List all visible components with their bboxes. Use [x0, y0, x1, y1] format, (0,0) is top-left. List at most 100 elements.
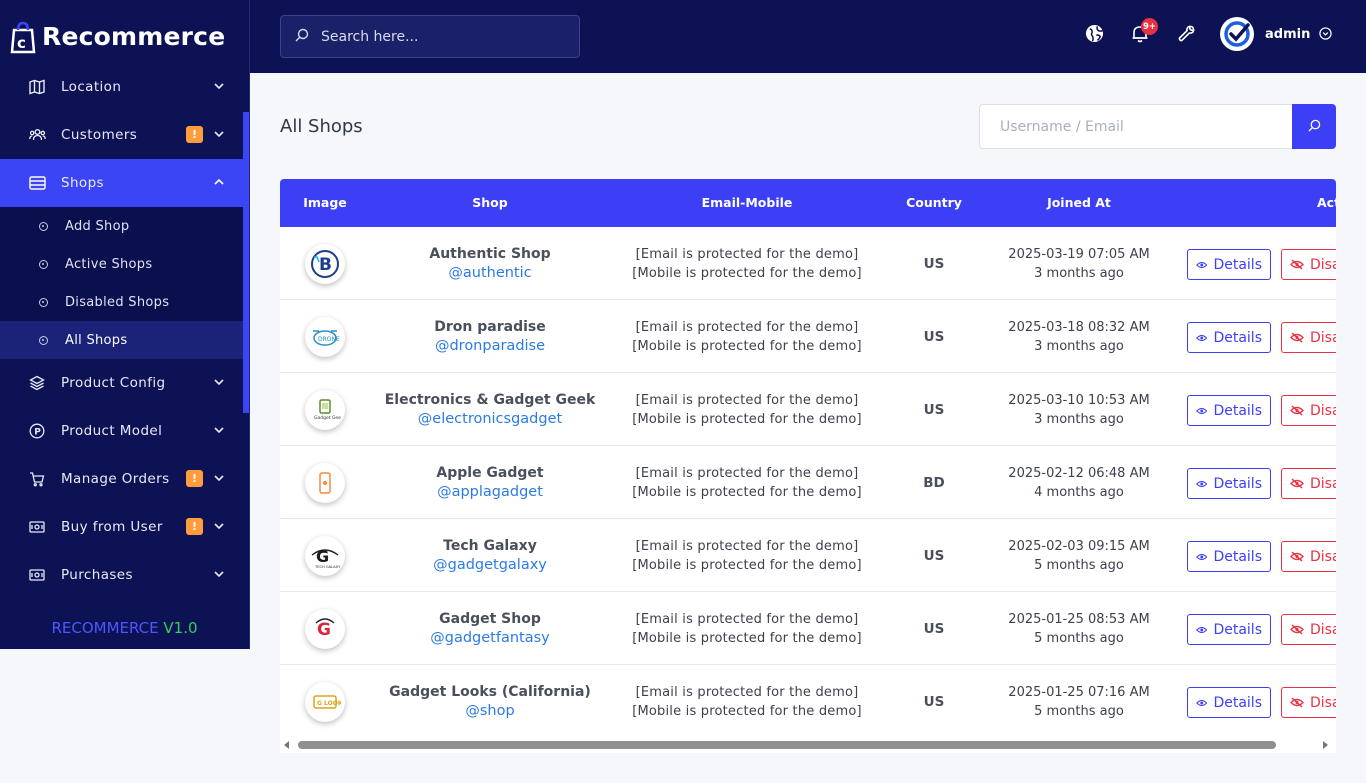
shop-country: BD: [923, 474, 945, 491]
joined-date: 2025-03-10 10:53 AM: [1008, 392, 1150, 408]
disable-button[interactable]: Disable: [1281, 395, 1336, 426]
shop-handle-link[interactable]: @applagadget: [437, 484, 543, 500]
shop-name: Authentic Shop: [429, 246, 551, 262]
joined-relative: 5 months ago: [1034, 557, 1124, 573]
cash-icon: [28, 518, 46, 536]
disable-button[interactable]: Disable: [1281, 468, 1336, 499]
disable-label: Disable: [1310, 256, 1336, 273]
table-row: Apple Gadget @applagadget [Email is prot…: [280, 446, 1336, 519]
filter-search-button[interactable]: [1292, 104, 1336, 149]
disable-label: Disable: [1310, 329, 1336, 346]
shop-country: US: [923, 693, 945, 710]
bell-icon[interactable]: 9+: [1129, 18, 1158, 44]
sidebar-item-customers[interactable]: Customers !: [0, 111, 249, 159]
shop-country: US: [923, 255, 945, 272]
disable-button[interactable]: Disable: [1281, 541, 1336, 572]
shop-country: US: [923, 547, 945, 564]
table-row: G LOOKS Gadget Looks (California) @shop …: [280, 665, 1336, 738]
sidebar-item-product-config[interactable]: Product Config: [0, 359, 249, 407]
details-button[interactable]: Details: [1187, 249, 1271, 280]
sidebar-item-location[interactable]: Location: [0, 63, 249, 111]
joined-date: 2025-01-25 07:16 AM: [1008, 684, 1150, 700]
eye-slash-icon: [1290, 332, 1304, 343]
scroll-left-arrow-icon[interactable]: [284, 741, 289, 749]
globe-icon[interactable]: [1083, 22, 1105, 44]
sidebar-item-shops[interactable]: Shops: [0, 159, 249, 207]
scrollbar-thumb[interactable]: [298, 741, 1276, 749]
joined-relative: 4 months ago: [1034, 484, 1124, 500]
shop-name: Apple Gadget: [436, 465, 544, 481]
shop-email: [Email is protected for the demo]: [635, 465, 859, 481]
shop-name: Dron paradise: [434, 319, 546, 335]
svg-text:Gadget Geek: Gadget Geek: [314, 415, 341, 421]
details-button[interactable]: Details: [1187, 614, 1271, 645]
details-button[interactable]: Details: [1187, 541, 1271, 572]
eye-slash-icon: [1290, 405, 1304, 416]
eye-icon: [1196, 553, 1208, 560]
shop-name: Gadget Shop: [439, 611, 541, 627]
submenu-item-active-shops[interactable]: Active Shops: [0, 245, 249, 283]
store-icon: [28, 174, 46, 192]
sidebar-item-purchases[interactable]: Purchases: [0, 551, 249, 599]
table-row: Gadget Geek Electronics & Gadget Geek @e…: [280, 373, 1336, 446]
disable-label: Disable: [1310, 475, 1336, 492]
column-header-email-mobile: Email-Mobile: [701, 195, 793, 210]
disable-button[interactable]: Disable: [1281, 249, 1336, 280]
shop-handle-link[interactable]: @shop: [465, 703, 514, 719]
scroll-right-arrow-icon[interactable]: [1323, 741, 1328, 749]
topbar: 9+ admin: [250, 0, 1366, 73]
chevron-up-icon: [213, 176, 225, 188]
table-row: DRONE Dron paradise @dronparadise [Email…: [280, 300, 1336, 373]
shop-email: [Email is protected for the demo]: [635, 611, 859, 627]
disable-button[interactable]: Disable: [1281, 687, 1336, 718]
details-button[interactable]: Details: [1187, 395, 1271, 426]
cart-icon: [28, 470, 46, 488]
search-icon: [1307, 119, 1321, 135]
shop-handle-link[interactable]: @electronicsgadget: [418, 411, 562, 427]
joined-relative: 3 months ago: [1034, 338, 1124, 354]
details-button[interactable]: Details: [1187, 468, 1271, 499]
sidebar-item-manage-orders[interactable]: Manage Orders !: [0, 455, 249, 503]
username-email-filter-input[interactable]: [979, 104, 1292, 149]
disable-button[interactable]: Disable: [1281, 322, 1336, 353]
details-button[interactable]: Details: [1187, 322, 1271, 353]
details-button[interactable]: Details: [1187, 687, 1271, 718]
disable-button[interactable]: Disable: [1281, 614, 1336, 645]
sidebar-scrollbar[interactable]: [243, 112, 249, 413]
submenu-item-label: Active Shops: [65, 256, 153, 272]
user-menu[interactable]: admin: [1220, 16, 1333, 52]
search-input[interactable]: [321, 28, 561, 45]
shop-handle-link[interactable]: @dronparadise: [435, 338, 545, 354]
table-horizontal-scrollbar[interactable]: [280, 737, 1336, 753]
submenu-item-add-shop[interactable]: Add Shop: [0, 207, 249, 245]
submenu-item-all-shops[interactable]: All Shops: [0, 321, 249, 359]
shop-handle-link[interactable]: @gadgetfantasy: [430, 630, 550, 646]
table-row: G TECH GALAXY Tech Galaxy @gadgetgalaxy […: [280, 519, 1336, 592]
disable-label: Disable: [1310, 694, 1336, 711]
shop-handle-link[interactable]: @authentic: [448, 265, 531, 281]
eye-icon: [1196, 334, 1208, 341]
chevron-down-icon: [213, 520, 225, 532]
chevron-down-icon: [213, 424, 225, 436]
shop-mobile: [Mobile is protected for the demo]: [632, 703, 862, 719]
shop-mobile: [Mobile is protected for the demo]: [632, 557, 862, 573]
shop-handle-link[interactable]: @gadgetgalaxy: [433, 557, 547, 573]
cart-b-logo: B: [305, 243, 345, 284]
wrench-icon[interactable]: [1175, 22, 1197, 44]
shop-name: Electronics & Gadget Geek: [384, 392, 596, 408]
joined-date: 2025-03-18 08:32 AM: [1008, 319, 1150, 335]
svg-text:P: P: [34, 428, 41, 438]
geek-logo: Gadget Geek: [305, 389, 345, 430]
users-icon: [28, 126, 46, 144]
details-label: Details: [1213, 694, 1262, 711]
shop-filter: [979, 104, 1336, 149]
shop-country: US: [923, 401, 945, 418]
shop-email: [Email is protected for the demo]: [635, 319, 859, 335]
shop-name: Gadget Looks (California): [389, 684, 591, 700]
submenu-item-disabled-shops[interactable]: Disabled Shops: [0, 283, 249, 321]
sidebar-item-buy-from-user[interactable]: Buy from User !: [0, 503, 249, 551]
cash-icon: [28, 566, 46, 584]
column-header-shop: Shop: [472, 195, 508, 210]
svg-text:DRONE: DRONE: [318, 336, 340, 343]
sidebar-item-product-model[interactable]: P Product Model: [0, 407, 249, 455]
